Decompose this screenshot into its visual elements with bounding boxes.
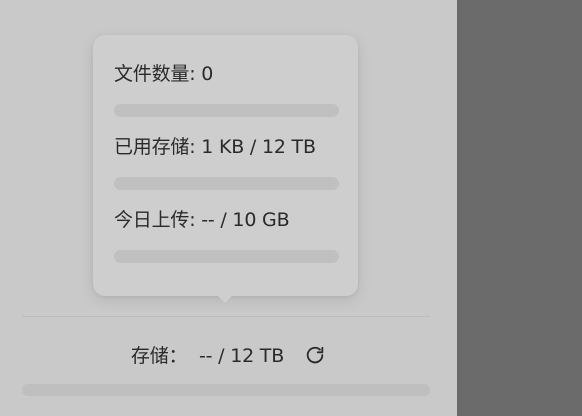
- today-upload-row: 今日上传: -- / 10 GB: [114, 208, 339, 263]
- file-count-label: 文件数量: 0: [114, 63, 214, 85]
- divider: [22, 316, 430, 317]
- file-count-progress-bar: [114, 104, 339, 117]
- used-storage-progress-bar: [114, 177, 339, 190]
- storage-details-popover: 文件数量: 0 已用存储: 1 KB / 12 TB 今日上传: -- / 10…: [93, 35, 358, 296]
- file-count-row: 文件数量: 0: [114, 62, 339, 117]
- used-storage-row: 已用存储: 1 KB / 12 TB: [114, 135, 339, 190]
- today-upload-label: 今日上传: -- / 10 GB: [114, 209, 290, 231]
- storage-summary[interactable]: 存储： -- / 12 TB: [0, 343, 457, 369]
- storage-progress-bar: [22, 384, 430, 396]
- today-upload-progress-bar: [114, 250, 339, 263]
- refresh-icon[interactable]: [304, 345, 326, 367]
- storage-summary-label: 存储： -- / 12 TB: [130, 345, 285, 367]
- popover-arrow: [214, 292, 236, 303]
- used-storage-label: 已用存储: 1 KB / 12 TB: [114, 136, 316, 158]
- modal-overlay[interactable]: [457, 0, 582, 416]
